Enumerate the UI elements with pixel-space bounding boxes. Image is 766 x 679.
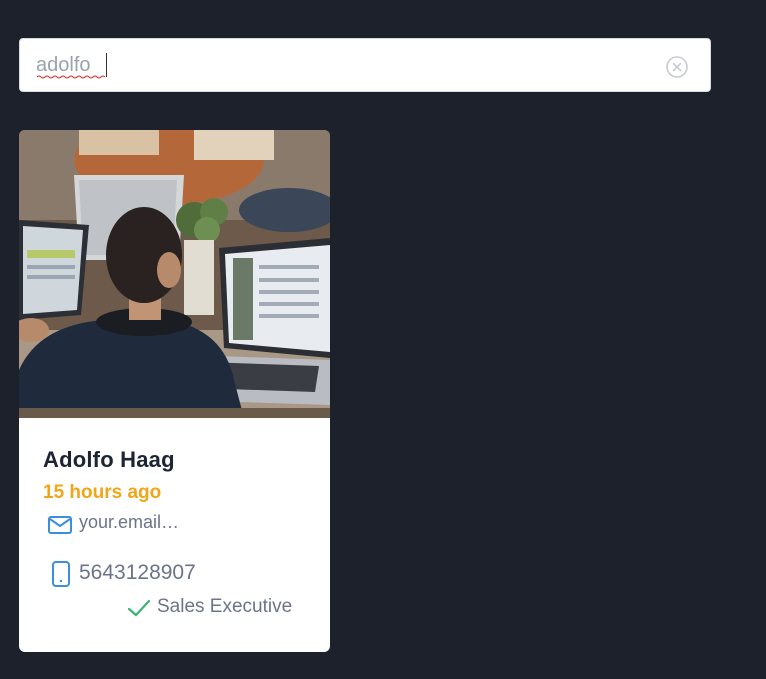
contact-photo — [19, 130, 330, 418]
contact-card[interactable]: Adolfo Haag 15 hours ago your.email… 564… — [19, 130, 330, 652]
spellcheck-underline — [37, 75, 105, 79]
text-caret — [106, 53, 107, 77]
contact-phone[interactable]: 5643128907 — [79, 561, 196, 585]
checkmark-icon — [127, 599, 151, 617]
contact-email[interactable]: your.email… — [79, 512, 179, 533]
search-box[interactable] — [19, 38, 711, 92]
close-circle-icon[interactable] — [665, 55, 689, 79]
contact-role: Sales Executive — [157, 596, 293, 617]
contact-time-ago: 15 hours ago — [43, 482, 162, 503]
search-input[interactable] — [36, 49, 656, 81]
envelope-icon — [48, 516, 72, 534]
mobile-phone-icon — [52, 561, 70, 587]
contact-name: Adolfo Haag — [43, 447, 175, 472]
